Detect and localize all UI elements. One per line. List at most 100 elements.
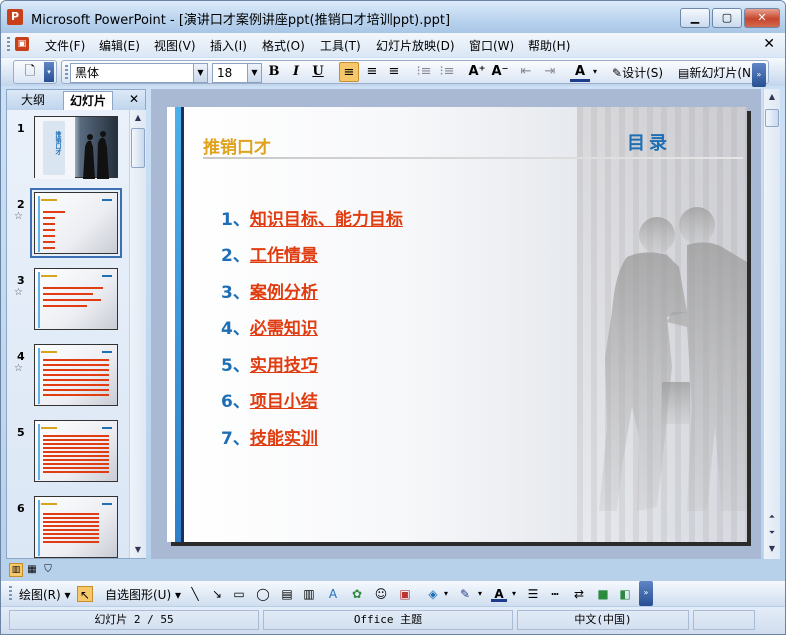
bold-button[interactable]: B — [264, 62, 284, 82]
textbox-icon[interactable]: ▤ — [279, 586, 295, 602]
increase-indent-icon[interactable]: ⇥ — [540, 62, 560, 82]
font-color-button[interactable]: A — [570, 62, 590, 82]
slideshow-view-icon[interactable]: ⛉ — [41, 563, 55, 577]
slide-thumbnail-1[interactable]: 推销口才 — [34, 116, 118, 179]
toc-link[interactable]: 工作情景 — [250, 246, 318, 266]
powerpoint-app-icon[interactable]: P — [7, 9, 23, 25]
font-size-combo[interactable]: 18 ▼ — [212, 63, 262, 83]
menu-edit[interactable]: 编辑(E) — [99, 37, 140, 54]
scroll-down-icon[interactable]: ▼ — [765, 541, 779, 556]
menu-tools[interactable]: 工具(T) — [320, 37, 361, 54]
toolbar-grip[interactable] — [9, 586, 12, 601]
scroll-thumb[interactable] — [765, 109, 779, 127]
decrease-indent-icon[interactable]: ⇤ — [516, 62, 536, 82]
tab-outline[interactable]: 大纲 — [15, 91, 51, 110]
slide-thumbnail-6[interactable] — [34, 496, 118, 558]
slide-thumbnail-5[interactable] — [34, 420, 118, 482]
shadow-icon[interactable]: ■ — [595, 586, 611, 602]
diagram-icon[interactable]: ✿ — [349, 586, 365, 602]
fill-color-icon[interactable]: ◈ — [425, 586, 441, 602]
close-document-icon[interactable]: ✕ — [763, 36, 775, 52]
font-name-combo[interactable]: 黑体 ▼ — [70, 63, 208, 83]
menu-format[interactable]: 格式(O) — [262, 37, 305, 54]
dash-style-icon[interactable]: ┅ — [547, 586, 563, 602]
toolbar-options-icon[interactable]: ▾ — [44, 62, 54, 82]
scroll-up-icon[interactable]: ▲ — [765, 89, 779, 104]
previous-slide-icon[interactable]: ⏶ — [765, 509, 779, 524]
slide-thumbnail-4[interactable] — [34, 344, 118, 406]
tab-slides[interactable]: 幻灯片 — [63, 91, 114, 110]
chevron-down-icon[interactable]: ▾ — [590, 62, 600, 82]
thumbnail-scrollbar[interactable]: ▲ ▼ — [129, 110, 146, 558]
sorter-view-icon[interactable]: ▦ — [25, 563, 39, 577]
numbering-icon[interactable]: ⁝≡ — [414, 62, 434, 82]
toolbar-overflow-icon[interactable]: » — [639, 581, 653, 606]
chevron-down-icon[interactable]: ▾ — [441, 586, 451, 602]
increase-font-icon[interactable]: A⁺ — [467, 62, 487, 82]
autoshapes-button[interactable]: 自选图形(U) ▾ — [105, 586, 181, 603]
editor-scrollbar[interactable]: ▲ ⏶ ⏷ ▼ — [763, 89, 780, 559]
menu-file[interactable]: 文件(F) — [45, 37, 85, 54]
clipart-icon[interactable]: ☺ — [373, 586, 389, 602]
3d-icon[interactable]: ◧ — [617, 586, 633, 602]
decrease-font-icon[interactable]: A⁻ — [490, 62, 510, 82]
rectangle-icon[interactable]: ▭ — [231, 586, 247, 602]
minimize-button[interactable]: ▁ — [680, 8, 710, 28]
draw-menu-button[interactable]: 绘图(R) ▾ — [19, 586, 71, 603]
chevron-down-icon[interactable]: ▼ — [193, 64, 207, 82]
italic-button[interactable]: I — [286, 62, 306, 82]
underline-button[interactable]: U — [308, 62, 328, 82]
line-style-icon[interactable]: ☰ — [525, 586, 541, 602]
font-color-icon[interactable]: A — [491, 586, 507, 602]
close-pane-icon[interactable]: ✕ — [129, 92, 139, 106]
chevron-down-icon[interactable]: ▾ — [475, 586, 485, 602]
line-color-icon[interactable]: ✎ — [457, 586, 473, 602]
arrow-icon[interactable]: ↘ — [209, 586, 225, 602]
animation-star-icon: ☆ — [14, 287, 23, 298]
toolbar-overflow-icon[interactable]: » — [752, 63, 766, 87]
scroll-up-icon[interactable]: ▲ — [131, 110, 145, 125]
toolbar-grip[interactable] — [65, 65, 68, 79]
next-slide-icon[interactable]: ⏷ — [765, 525, 779, 540]
toc-link[interactable]: 必需知识 — [250, 319, 318, 339]
chevron-down-icon[interactable]: ▼ — [247, 64, 261, 82]
new-file-icon[interactable]: 🗋 — [20, 62, 40, 82]
menubar-grip[interactable] — [7, 37, 10, 53]
menu-slideshow[interactable]: 幻灯片放映(D) — [376, 37, 455, 54]
design-button[interactable]: ✎设计(S) — [612, 64, 663, 81]
close-window-button[interactable]: ✕ — [744, 8, 780, 28]
align-left-button[interactable]: ≡ — [339, 62, 359, 82]
chevron-down-icon[interactable]: ▾ — [509, 586, 519, 602]
select-pointer-icon[interactable]: ↖ — [77, 586, 93, 602]
new-slide-button[interactable]: ▤新幻灯片(N) — [678, 64, 756, 81]
align-center-button[interactable]: ≡ — [362, 62, 382, 82]
animation-star-icon: ☆ — [14, 363, 23, 374]
toc-link[interactable]: 实用技巧 — [250, 356, 318, 376]
toc-link[interactable]: 知识目标、能力目标 — [250, 210, 403, 230]
normal-view-icon[interactable]: ▥ — [9, 563, 23, 577]
slide-canvas[interactable]: 推销口才 目录 1、知识目标、能力目标 2、工作情景 3、案例分析 4、必需知识… — [167, 107, 747, 542]
document-icon[interactable]: ▣ — [15, 37, 29, 51]
menu-insert[interactable]: 插入(I) — [210, 37, 247, 54]
wordart-icon[interactable]: A — [325, 586, 341, 602]
menu-window[interactable]: 窗口(W) — [469, 37, 514, 54]
line-icon[interactable]: ╲ — [187, 586, 203, 602]
scroll-down-icon[interactable]: ▼ — [131, 542, 145, 557]
menu-help[interactable]: 帮助(H) — [528, 37, 570, 54]
toc-link[interactable]: 技能实训 — [250, 429, 318, 449]
vertical-textbox-icon[interactable]: ▥ — [301, 586, 317, 602]
oval-icon[interactable]: ◯ — [255, 586, 271, 602]
toc-link[interactable]: 项目小结 — [250, 392, 318, 412]
slide-thumbnail-2[interactable] — [30, 188, 122, 258]
slide-title-rule — [203, 157, 743, 159]
bullets-icon[interactable]: ⁝≡ — [437, 62, 457, 82]
slide-thumbnail-3[interactable] — [34, 268, 118, 330]
arrow-style-icon[interactable]: ⇄ — [571, 586, 587, 602]
restore-button[interactable]: ▢ — [712, 8, 742, 28]
picture-icon[interactable]: ▣ — [397, 586, 413, 602]
align-right-button[interactable]: ≡ — [384, 62, 404, 82]
toc-link[interactable]: 案例分析 — [250, 283, 318, 303]
menu-view[interactable]: 视图(V) — [154, 37, 196, 54]
scroll-thumb[interactable] — [131, 128, 145, 168]
toc-number: 3、 — [221, 283, 250, 303]
